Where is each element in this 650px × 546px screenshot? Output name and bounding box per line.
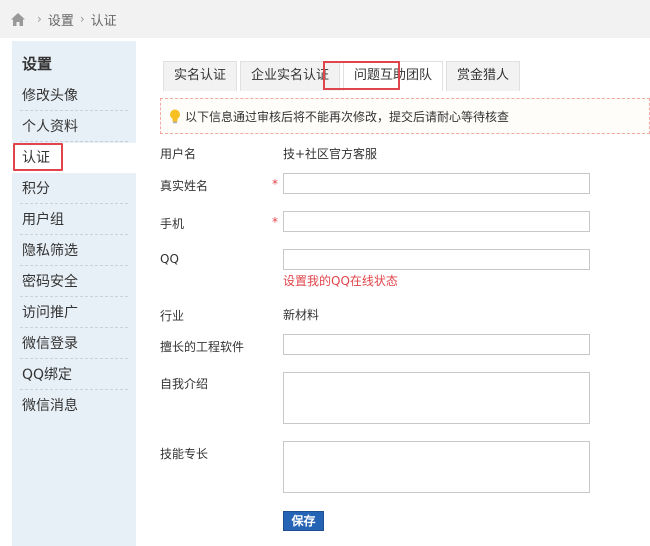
- qq-online-status-link[interactable]: 设置我的QQ在线状态: [283, 272, 398, 289]
- tab-bar: 实名认证 企业实名认证 问题互助团队 赏金猎人: [163, 61, 523, 91]
- sidebar-item-avatar[interactable]: 修改头像: [20, 81, 128, 111]
- sidebar-item-qq-binding[interactable]: QQ绑定: [20, 360, 128, 390]
- home-icon[interactable]: [11, 12, 25, 26]
- tab-company-realname[interactable]: 企业实名认证: [240, 61, 341, 91]
- breadcrumb: › 设置 › 认证: [0, 0, 650, 38]
- phone-required-mark: *: [272, 215, 278, 229]
- software-input[interactable]: [283, 334, 590, 355]
- sidebar-item-points[interactable]: 积分: [20, 174, 128, 204]
- sidebar-item-promotion[interactable]: 访问推广: [20, 298, 128, 328]
- sidebar-item-usergroup[interactable]: 用户组: [20, 205, 128, 235]
- phone-label: 手机: [160, 217, 185, 231]
- software-label: 擅长的工程软件: [160, 340, 245, 354]
- realname-input[interactable]: [283, 173, 590, 194]
- intro-label: 自我介绍: [160, 377, 209, 391]
- qq-input[interactable]: [283, 249, 590, 270]
- sidebar-title: 设置: [22, 55, 53, 73]
- sidebar-item-privacy[interactable]: 隐私筛选: [20, 236, 128, 266]
- username-value: 技+社区官方客服: [283, 147, 378, 161]
- skill-textarea[interactable]: [283, 441, 590, 493]
- sidebar-item-wechat-messages[interactable]: 微信消息: [20, 391, 128, 421]
- sidebar-item-certification[interactable]: 认证: [12, 143, 136, 173]
- qq-label: QQ: [160, 252, 179, 266]
- tab-bounty-hunter[interactable]: 赏金猎人: [446, 61, 521, 91]
- username-label: 用户名: [160, 147, 197, 161]
- skill-label: 技能专长: [160, 447, 209, 461]
- sidebar-item-password[interactable]: 密码安全: [20, 267, 128, 297]
- notice-banner: 以下信息通过审核后将不能再次修改，提交后请耐心等待核查: [160, 98, 650, 134]
- breadcrumb-separator-icon: ›: [37, 12, 42, 26]
- breadcrumb-current: 认证: [90, 13, 117, 29]
- realname-label: 真实姓名: [160, 179, 209, 193]
- industry-value: 新材料: [283, 308, 320, 322]
- breadcrumb-separator-icon: ›: [79, 12, 85, 26]
- phone-input[interactable]: [283, 211, 590, 232]
- notice-text: 以下信息通过审核后将不能再次修改，提交后请耐心等待核查: [185, 109, 510, 124]
- sidebar-item-profile[interactable]: 个人资料: [20, 112, 128, 142]
- realname-required-mark: *: [272, 177, 278, 191]
- tab-realname[interactable]: 实名认证: [163, 61, 238, 91]
- lightbulb-icon: [170, 109, 180, 123]
- breadcrumb-settings-link[interactable]: 设置: [48, 10, 74, 29]
- intro-textarea[interactable]: [283, 372, 590, 424]
- tab-qa-team[interactable]: 问题互助团队: [343, 61, 444, 91]
- settings-sidebar: 设置 修改头像 个人资料 认证 积分 用户组 隐私筛选 密码安全 访问推广 微信…: [12, 41, 136, 546]
- sidebar-item-wechat-login[interactable]: 微信登录: [20, 329, 128, 359]
- industry-label: 行业: [160, 309, 185, 323]
- save-button[interactable]: 保存: [283, 511, 324, 531]
